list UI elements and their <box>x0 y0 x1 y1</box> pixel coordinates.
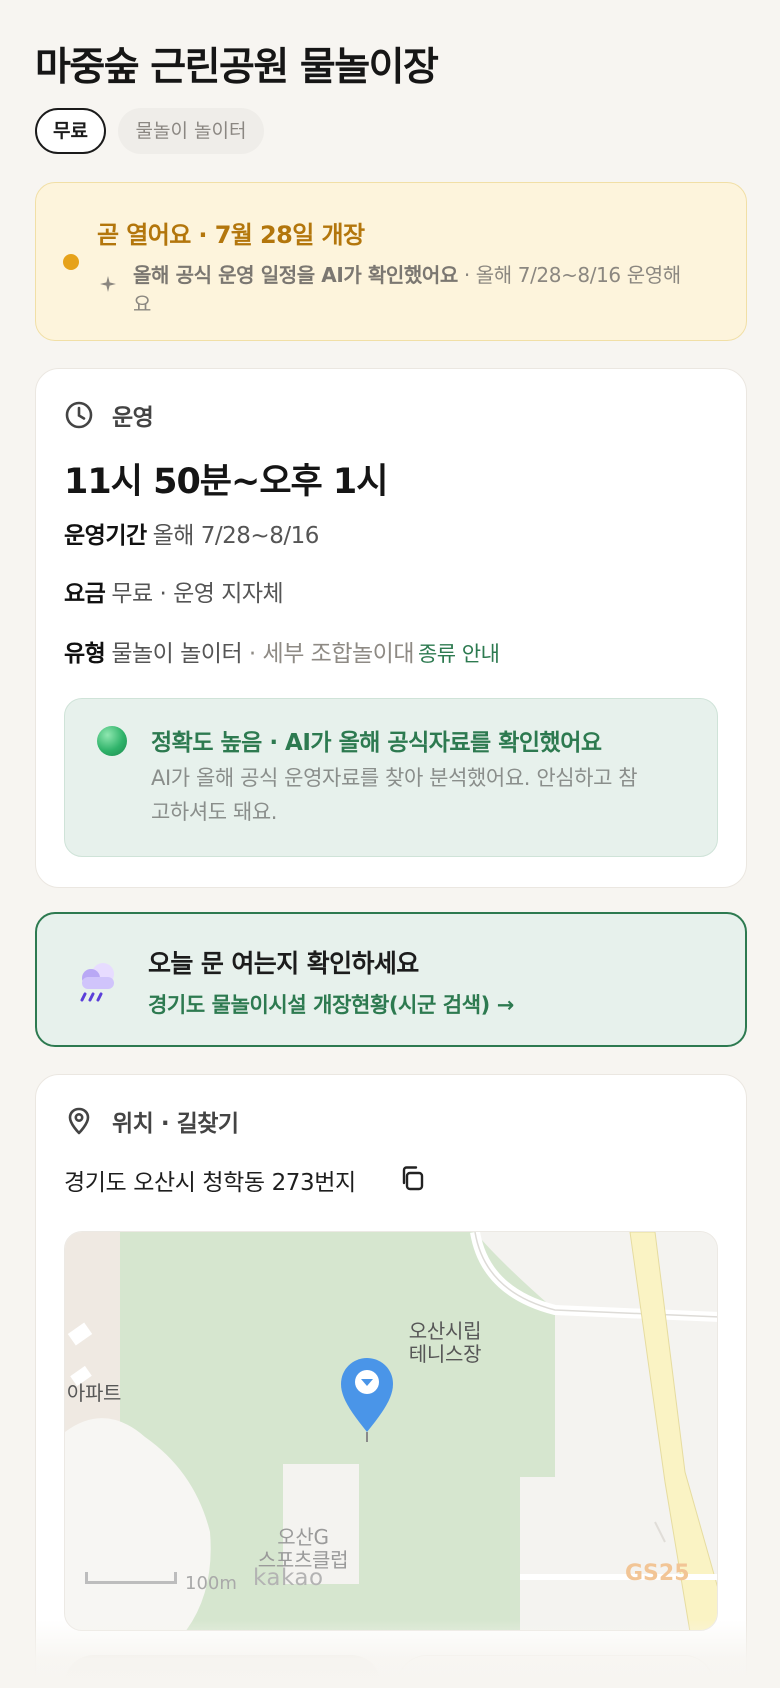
location-map[interactable]: 오산시립 테니스장 아파트 오산G 스포츠클럽 100m kakao GS25 <box>64 1231 718 1631</box>
location-pin-icon <box>68 1107 90 1135</box>
operation-card: 운영 11시 50분~오후 1시 운영기간 올해 7/28~8/16 요금 무료 ·… <box>35 368 747 888</box>
operation-label: 운영 <box>112 405 154 431</box>
map-label-tennis: 오산시립 테니스장 <box>408 1319 482 1366</box>
operating-hours: 11시 50분~오후 1시 <box>64 462 388 502</box>
map-scale-bar <box>85 1572 177 1584</box>
type-value: 물놀이 놀이터 <box>111 641 243 667</box>
status-dot <box>63 254 79 270</box>
notice-detail: 올해 공식 운영 일정을 AI가 확인했어요 · 올해 7/28~8/16 운영… <box>133 261 693 319</box>
type-guide-link[interactable]: 종류 안내 <box>418 642 500 666</box>
accuracy-box: 정확도 높음 · AI가 올해 공식자료를 확인했어요 AI가 올해 공식 운영… <box>64 698 718 857</box>
clock-icon <box>65 401 93 429</box>
accuracy-indicator-icon <box>97 726 127 756</box>
map-label-apartment: 아파트 <box>66 1382 122 1405</box>
period-row: 운영기간 올해 7/28~8/16 <box>64 516 319 550</box>
today-check-title: 오늘 문 여는지 확인하세요 <box>148 949 419 978</box>
location-card: 위치 · 길찾기 경기도 오산시 청학동 273번지 오산시립 테니스장 아파트… <box>35 1074 747 1688</box>
fee-key: 요금 <box>64 581 106 607</box>
bottom-fade <box>0 1620 780 1688</box>
price-tag: 무료 <box>35 108 106 154</box>
copy-icon[interactable] <box>397 1163 427 1193</box>
ai-check-text: 올해 공식 운영 일정을 AI가 확인했어요 <box>133 263 458 287</box>
fee-row: 요금 무료 · 운영 지자체 <box>64 574 284 608</box>
period-key: 운영기간 <box>64 523 147 549</box>
type-row: 유형 물놀이 놀이터 · 세부 조합놀이대 종류 안내 <box>64 634 500 668</box>
accuracy-body: AI가 올해 공식 운영자료를 찾아 분석했어요. 안심하고 참고하셔도 돼요. <box>151 766 638 824</box>
type-key: 유형 <box>64 641 106 667</box>
page-title: 마중숲 근린공원 물놀이장 <box>35 45 439 90</box>
address-text: 경기도 오산시 청학동 273번지 <box>64 1170 356 1196</box>
opening-notice: 곧 열어요 · 7월 28일 개장 올해 공식 운영 일정을 AI가 확인했어요… <box>35 182 747 341</box>
type-tag: 물놀이 놀이터 <box>118 108 264 154</box>
period-value: 올해 7/28~8/16 <box>152 523 320 549</box>
accuracy-title: 정확도 높음 · AI가 올해 공식자료를 확인했어요 <box>151 730 602 756</box>
today-check-banner[interactable]: 오늘 문 여는지 확인하세요 경기도 물놀이시설 개장현황(시군 검색) → <box>35 912 747 1047</box>
opening-status: 곧 열어요 · 7월 28일 개장 <box>97 221 365 249</box>
location-label: 위치 · 길찾기 <box>112 1111 239 1137</box>
location-header: 위치 · 길찾기 <box>64 1103 239 1139</box>
rain-cloud-icon <box>80 963 114 1002</box>
operation-header: 운영 <box>64 397 154 433</box>
map-scale-label: 100m <box>185 1573 237 1594</box>
map-provider-logo: kakao <box>253 1565 324 1591</box>
fee-value: 무료 · 운영 지자체 <box>111 581 284 607</box>
facility-status-link[interactable]: 경기도 물놀이시설 개장현황(시군 검색) → <box>148 989 514 1019</box>
type-detail: · 세부 조합놀이대 <box>242 641 415 667</box>
map-poi-gs25: GS25 <box>625 1561 690 1586</box>
sparkle-icon <box>100 276 116 292</box>
